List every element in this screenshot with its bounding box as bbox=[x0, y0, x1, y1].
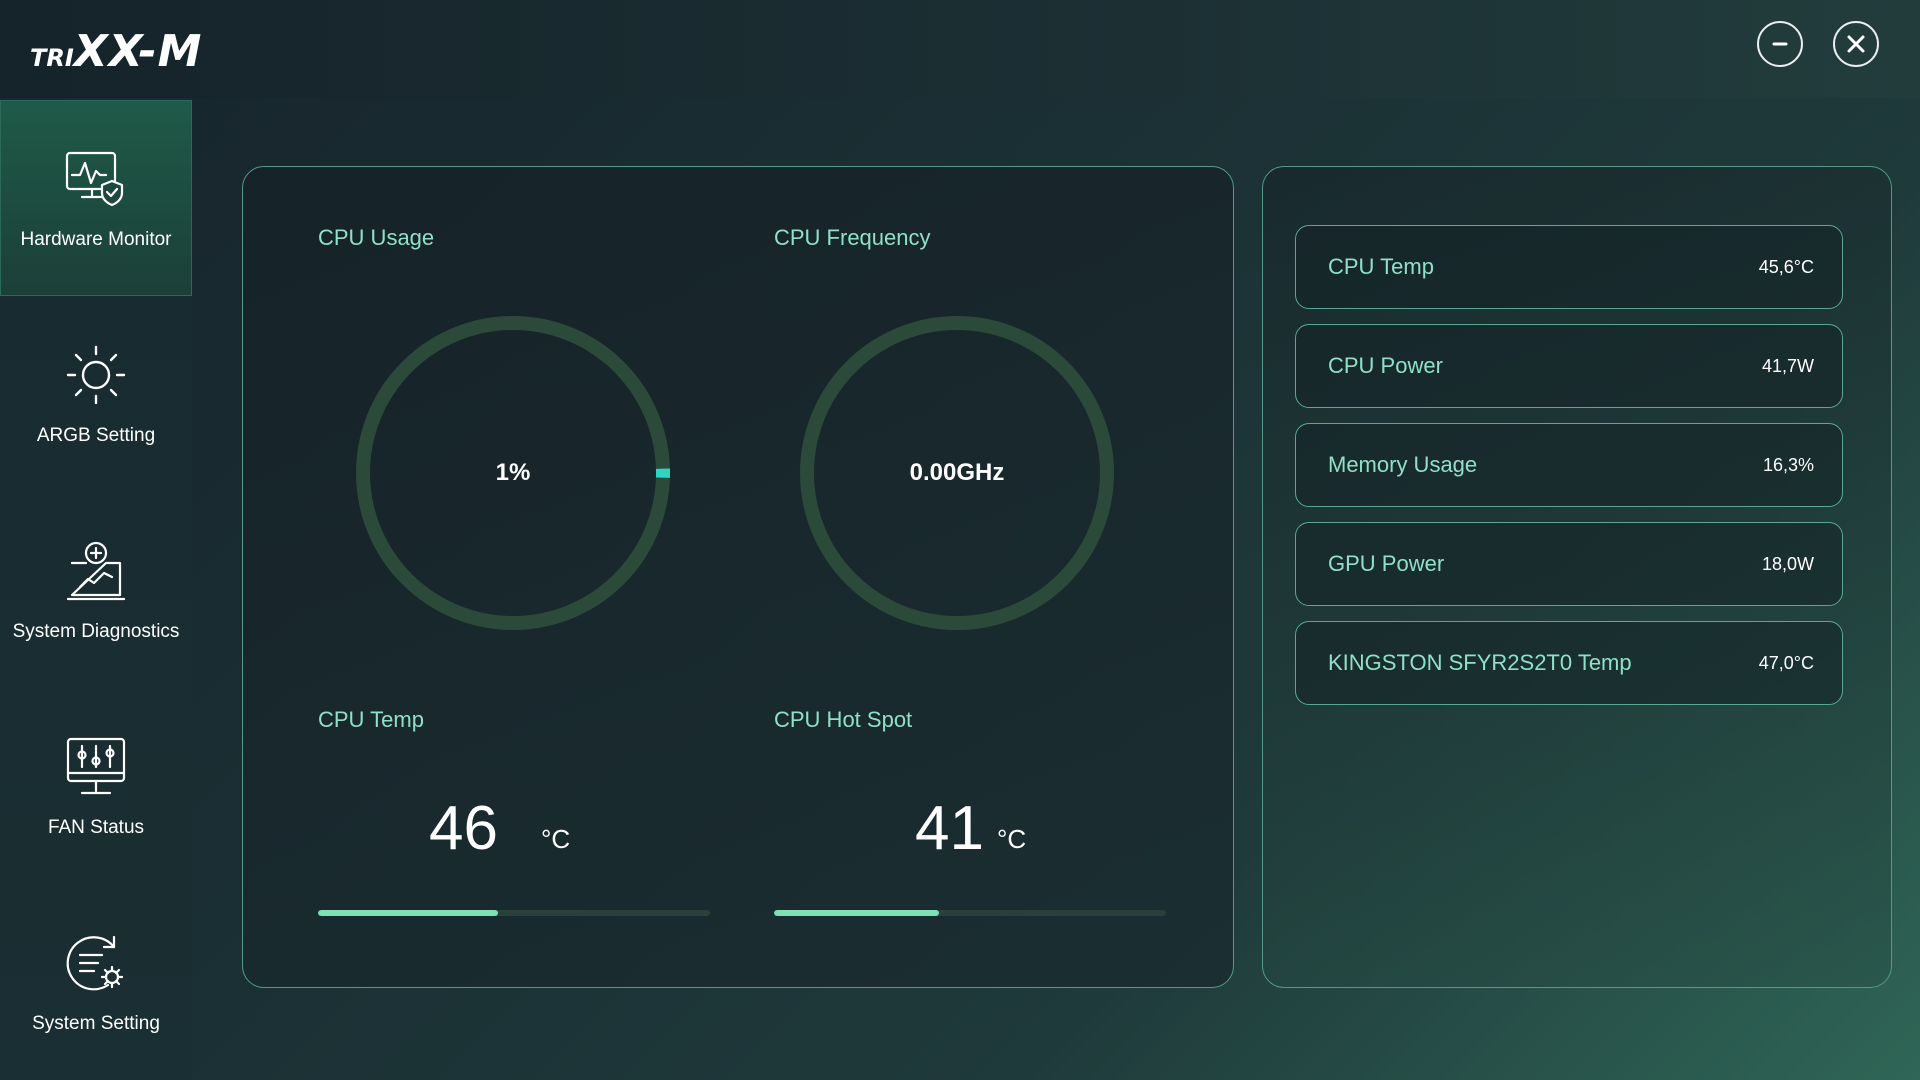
sidebar-item-argb-setting[interactable]: ARGB Setting bbox=[0, 296, 192, 492]
title-bar: TRIXX-M bbox=[0, 0, 1920, 98]
cpu-hotspot-unit: °C bbox=[997, 824, 1027, 854]
stat-value: 45,6°C bbox=[1758, 256, 1814, 277]
sidebar-item-system-setting[interactable]: System Setting bbox=[0, 884, 192, 1080]
close-button[interactable] bbox=[1833, 21, 1879, 67]
stat-label: CPU Temp bbox=[1328, 254, 1434, 279]
stat-label: KINGSTON SFYR2S2T0 Temp bbox=[1328, 650, 1632, 675]
stat-value: 47,0°C bbox=[1758, 652, 1814, 673]
stat-row-gpu-power: GPU Power 18,0W bbox=[1295, 522, 1843, 606]
minimize-button[interactable] bbox=[1757, 21, 1803, 67]
cpu-frequency-gauge: 0.00GHz bbox=[797, 313, 1117, 633]
stats-panel: CPU Temp 45,6°C CPU Power 41,7W Memory U… bbox=[1262, 166, 1892, 988]
sidebar-item-label: Hardware Monitor bbox=[20, 229, 172, 250]
stat-row-memory-usage: Memory Usage 16,3% bbox=[1295, 423, 1843, 507]
cpu-hotspot-bar bbox=[774, 910, 1166, 916]
sliders-icon bbox=[62, 733, 130, 801]
sidebar-item-label: FAN Status bbox=[47, 817, 145, 838]
stat-value: 41,7W bbox=[1761, 355, 1814, 376]
stat-label: GPU Power bbox=[1328, 551, 1445, 576]
cpu-frequency-value: 0.00GHz bbox=[909, 459, 1005, 486]
monitor-shield-icon bbox=[62, 145, 130, 213]
cpu-hotspot-bar-fill bbox=[774, 910, 939, 916]
close-icon bbox=[1847, 35, 1865, 53]
sidebar-item-label: System Setting bbox=[32, 1013, 160, 1034]
sun-icon bbox=[62, 341, 130, 409]
stat-label: CPU Power bbox=[1328, 353, 1443, 378]
minus-icon bbox=[1772, 42, 1788, 46]
cpu-usage-title: CPU Usage bbox=[318, 225, 435, 250]
app-logo: TRIXX-M bbox=[30, 26, 203, 77]
cpu-temp-bar-fill bbox=[318, 910, 499, 916]
diagnostics-icon bbox=[62, 537, 130, 605]
monitor-panel: CPU Usage CPU Frequency 1% 0.00GHz CPU T… bbox=[242, 166, 1234, 988]
sidebar: Hardware Monitor ARGB Setting System Dia… bbox=[0, 98, 192, 1080]
sidebar-item-label: ARGB Setting bbox=[36, 425, 156, 446]
stat-row-cpu-temp: CPU Temp 45,6°C bbox=[1295, 225, 1843, 309]
cpu-temp-value: 46 bbox=[429, 794, 498, 863]
sidebar-item-fan-status[interactable]: FAN Status bbox=[0, 688, 192, 884]
cpu-usage-value: 1% bbox=[495, 459, 531, 486]
stat-value: 16,3% bbox=[1762, 454, 1814, 475]
cpu-temp-unit: °C bbox=[541, 824, 571, 854]
sidebar-item-label: System Diagnostics bbox=[12, 621, 180, 642]
cpu-usage-gauge: 1% bbox=[353, 313, 673, 633]
sidebar-item-system-diagnostics[interactable]: System Diagnostics bbox=[0, 492, 192, 688]
settings-gear-icon bbox=[62, 929, 130, 997]
stat-label: Memory Usage bbox=[1328, 452, 1478, 477]
stat-row-cpu-power: CPU Power 41,7W bbox=[1295, 324, 1843, 408]
cpu-hotspot-value: 41 bbox=[915, 794, 984, 863]
cpu-temp-bar bbox=[318, 910, 710, 916]
stat-value: 18,0W bbox=[1761, 553, 1814, 574]
sidebar-item-hardware-monitor[interactable]: Hardware Monitor bbox=[0, 100, 192, 296]
cpu-temp-title: CPU Temp bbox=[318, 707, 424, 732]
cpu-hotspot-title: CPU Hot Spot bbox=[774, 707, 913, 732]
stat-row-ssd-temp: KINGSTON SFYR2S2T0 Temp 47,0°C bbox=[1295, 621, 1843, 705]
cpu-frequency-title: CPU Frequency bbox=[774, 225, 931, 250]
